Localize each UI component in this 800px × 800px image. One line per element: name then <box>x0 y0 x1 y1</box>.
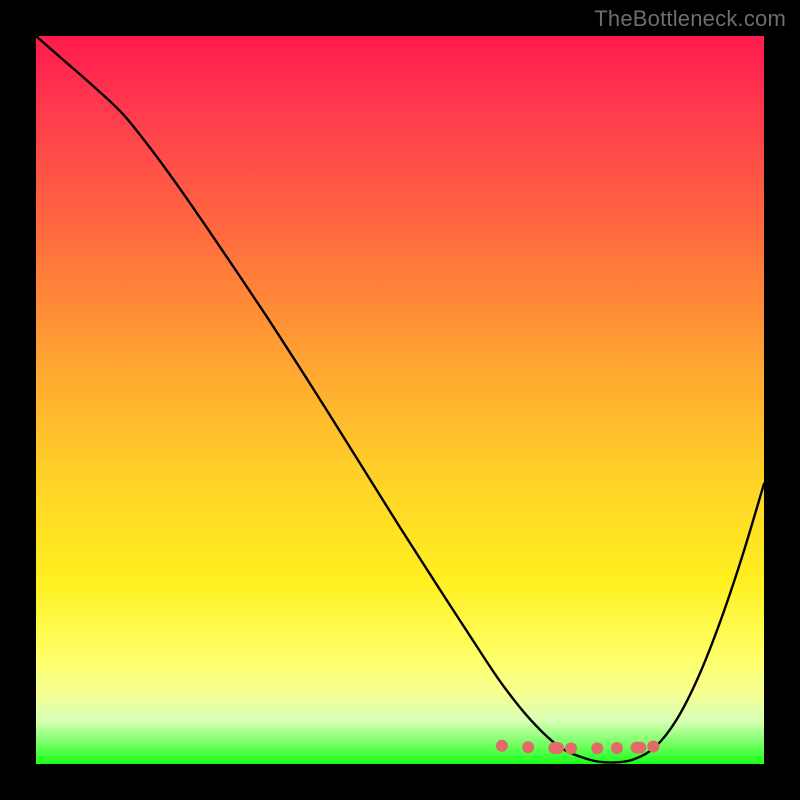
flat-region-marker <box>647 741 659 753</box>
flat-region-marker <box>634 742 646 754</box>
flat-region-marker <box>496 740 508 752</box>
chart-frame: TheBottleneck.com <box>0 0 800 800</box>
flat-region-marker <box>522 741 534 753</box>
curve-svg <box>36 36 764 764</box>
flat-region-marker <box>611 742 623 754</box>
marker-group <box>496 740 659 755</box>
flat-region-marker <box>591 742 603 754</box>
bottleneck-curve <box>36 36 764 763</box>
flat-region-marker <box>552 742 564 754</box>
watermark-text: TheBottleneck.com <box>594 6 786 32</box>
flat-region-marker <box>565 742 577 754</box>
plot-area <box>36 36 764 764</box>
